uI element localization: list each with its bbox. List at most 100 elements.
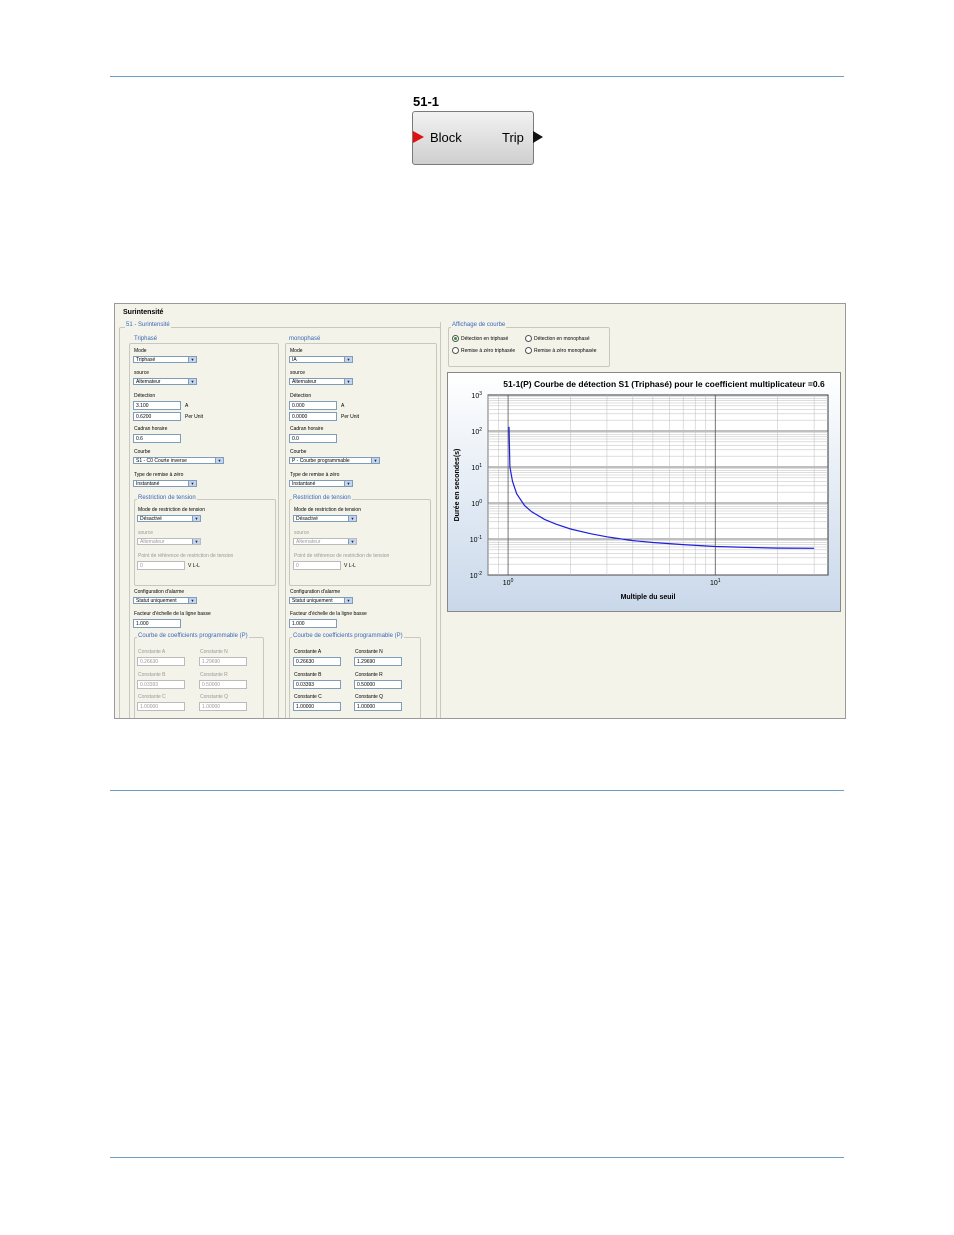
mono-detection-input[interactable]: 0.000 [289,401,337,410]
trip-output-label: Trip [502,130,524,145]
tri-restr-point-input[interactable]: 0 [137,561,185,570]
tri-facteur-input[interactable]: 1.000 [133,619,181,628]
mono-facteur-label: Facteur d'échelle de la ligne basse [290,611,367,617]
tri-const-n-input[interactable]: 1.29690 [199,657,247,666]
radio-detection-triphase[interactable]: Détection en triphasé [452,335,508,342]
chevron-down-icon: ▼ [348,539,356,544]
tri-const-r-label: Constante R [200,672,228,678]
mono-const-n-label: Constante N [355,649,383,655]
mono-source-value: Alternateur [292,379,317,385]
triphase-title: Triphasé [133,336,159,342]
radio-icon [452,347,459,354]
tri-restr-point-label: Point de référence de restriction de ten… [138,553,234,559]
tri-perunit-unit: Per Unit [185,414,204,420]
tri-restr-source-value: Alternateur [140,539,165,545]
mono-detection-unit: A [341,403,345,409]
settings-panel: Surintensité 51 - Surintensité Triphasé … [114,303,846,719]
chevron-down-icon: ▼ [188,357,196,362]
tri-const-c-input[interactable]: 1.00000 [137,702,185,711]
mono-source-select[interactable]: Alternateur ▼ [289,378,353,385]
tri-const-a-input[interactable]: 0.26630 [137,657,185,666]
mono-reset-label: Type de remise à zéro [290,472,340,478]
mono-courbe-value: P - Courbe programmable [292,458,350,464]
mono-alarm-select[interactable]: Statut uniquement ▼ [289,597,353,604]
chevron-down-icon: ▼ [371,458,379,463]
tri-source-value: Alternateur [136,379,161,385]
mono-cadran-input[interactable]: 0.0 [289,434,337,443]
mono-const-c-input[interactable]: 1.00000 [293,702,341,711]
bottom-rule [110,1157,844,1158]
tri-const-a-label: Constante A [138,649,166,655]
mono-coeffs-title: Courbe de coefficients programmable (P) [292,633,404,639]
mono-const-b-input[interactable]: 0.03393 [293,680,341,689]
y-tick-label: 103 [471,391,482,400]
tri-restr-mode-select[interactable]: Désactivé ▼ [137,515,201,522]
mono-const-a-label: Constante A [294,649,322,655]
tri-const-r-input[interactable]: 0.50000 [199,680,247,689]
mono-perunit-input[interactable]: 0.0000 [289,412,337,421]
x-tick-label: 101 [710,578,721,587]
x-tick-label: 100 [503,578,514,587]
tri-detection-unit: A [185,403,189,409]
chevron-down-icon: ▼ [188,598,196,603]
tri-restr-mode-label: Mode de restriction de tension [138,507,205,513]
y-tick-label: 102 [471,427,482,436]
tri-const-q-label: Constante Q [200,694,229,700]
tri-courbe-value: S1 - C0 Courte inverse [136,458,187,464]
tri-restriction-title: Restriction de tension [137,495,197,501]
radio-label: Détection en monophasé [534,335,590,342]
radio-reset-triphase[interactable]: Remise à zéro triphasée [452,347,515,354]
tri-restr-source-select[interactable]: Alternateur ▼ [137,538,201,545]
mono-detection-label: Détection [290,393,312,399]
mono-restr-point-label: Point de référence de restriction de ten… [294,553,390,559]
tri-cadran-input[interactable]: 0.6 [133,434,181,443]
radio-icon [452,335,459,342]
tri-restr-source-label: source [138,530,154,536]
tri-perunit-input[interactable]: 0.6200 [133,412,181,421]
mono-const-n-input[interactable]: 1.29690 [354,657,402,666]
tri-const-b-input[interactable]: 0.03393 [137,680,185,689]
y-tick-label: 100 [471,499,482,508]
tri-reset-select[interactable]: Instantané ▼ [133,480,197,487]
tri-mode-value: Triphasé [136,357,156,363]
tri-coeffs-title: Courbe de coefficients programmable (P) [137,633,249,639]
mono-courbe-select[interactable]: P - Courbe programmable ▼ [289,457,380,464]
radio-reset-monophase[interactable]: Remise à zéro monophasée [525,347,597,354]
logic-block[interactable]: Block Trip [412,111,543,165]
mono-const-q-input[interactable]: 1.00000 [354,702,402,711]
mono-restr-source-select[interactable]: Alternateur ▼ [293,538,357,545]
chart-title: 51-1(P) Courbe de détection S1 (Triphasé… [503,379,825,389]
chevron-down-icon: ▼ [188,481,196,486]
mono-const-r-input[interactable]: 0.50000 [354,680,402,689]
mono-facteur-input[interactable]: 1.000 [289,619,337,628]
mono-mode-select[interactable]: IA ▼ [289,356,353,363]
mono-mode-value: IA [292,357,297,363]
chevron-down-icon: ▼ [344,598,352,603]
divider-line [440,322,441,718]
tri-const-q-input[interactable]: 1.00000 [199,702,247,711]
chevron-down-icon: ▼ [192,539,200,544]
radio-icon [525,335,532,342]
radio-detection-monophase[interactable]: Détection en monophasé [525,335,590,342]
mono-courbe-label: Courbe [290,449,307,455]
tri-reset-value: Instantané [136,481,160,487]
tri-alarm-select[interactable]: Statut uniquement ▼ [133,597,197,604]
tri-const-b-label: Constante B [138,672,166,678]
mono-const-r-label: Constante R [355,672,383,678]
tri-detection-input[interactable]: 3.100 [133,401,181,410]
tri-mode-select[interactable]: Triphasé ▼ [133,356,197,363]
mono-reset-select[interactable]: Instantané ▼ [289,480,353,487]
mono-const-a-input[interactable]: 0.26630 [293,657,341,666]
chevron-down-icon: ▼ [192,516,200,521]
tri-courbe-select[interactable]: S1 - C0 Courte inverse ▼ [133,457,224,464]
chevron-down-icon: ▼ [215,458,223,463]
tri-source-select[interactable]: Alternateur ▼ [133,378,197,385]
tri-facteur-label: Facteur d'échelle de la ligne basse [134,611,211,617]
mono-source-label: source [290,370,306,376]
mono-const-c-label: Constante C [294,694,322,700]
mono-restr-point-input[interactable]: 0 [293,561,341,570]
radio-icon [525,347,532,354]
tri-mode-label: Mode [134,348,147,354]
chevron-down-icon: ▼ [348,516,356,521]
mono-restr-mode-select[interactable]: Désactivé ▼ [293,515,357,522]
